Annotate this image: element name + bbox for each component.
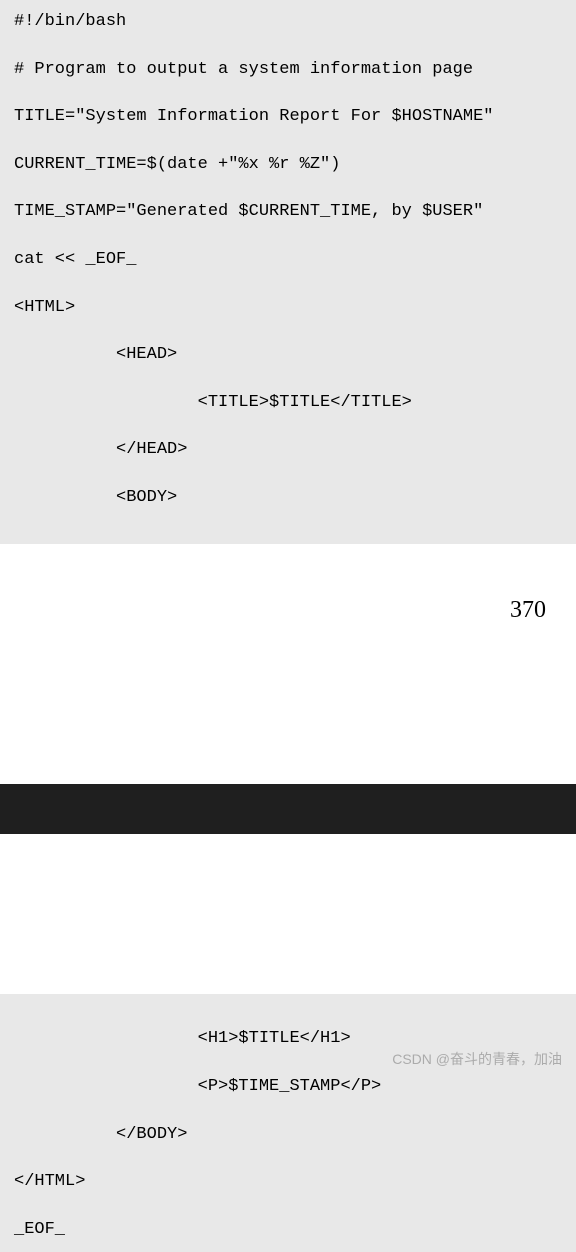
code-line — [14, 367, 562, 391]
page-gap-2 — [0, 834, 576, 994]
code-line — [14, 1051, 562, 1075]
section-divider-bar — [0, 784, 576, 834]
code-line: <TITLE>$TITLE</TITLE> — [14, 391, 562, 415]
code-line: <HEAD> — [14, 343, 562, 367]
code-line — [14, 224, 562, 248]
code-line — [14, 1004, 562, 1028]
code-line — [14, 34, 562, 58]
code-line — [14, 81, 562, 105]
code-line: <HTML> — [14, 296, 562, 320]
code-line — [14, 415, 562, 439]
code-line: </BODY> — [14, 1123, 562, 1147]
code-line: # Program to output a system information… — [14, 58, 562, 82]
code-line — [14, 129, 562, 153]
code-line: CURRENT_TIME=$(date +"%x %r %Z") — [14, 153, 562, 177]
code-line — [14, 510, 562, 534]
code-line: <BODY> — [14, 486, 562, 510]
code-line — [14, 462, 562, 486]
code-line: TITLE="System Information Report For $HO… — [14, 105, 562, 129]
code-line: <H1>$TITLE</H1> — [14, 1027, 562, 1051]
code-line — [14, 1146, 562, 1170]
code-line — [14, 1099, 562, 1123]
page-number: 370 — [510, 594, 546, 628]
code-line: TIME_STAMP="Generated $CURRENT_TIME, by … — [14, 200, 562, 224]
code-line — [14, 319, 562, 343]
code-line: #!/bin/bash — [14, 10, 562, 34]
code-line: </HTML> — [14, 1170, 562, 1194]
page-gap: 370 — [0, 544, 576, 784]
code-line — [14, 272, 562, 296]
code-line: </HEAD> — [14, 438, 562, 462]
code-line: cat << _EOF_ — [14, 248, 562, 272]
code-block-top: #!/bin/bash # Program to output a system… — [0, 0, 576, 544]
code-line — [14, 1194, 562, 1218]
code-block-bottom: <H1>$TITLE</H1> <P>$TIME_STAMP</P> </BOD… — [0, 994, 576, 1252]
code-line: _EOF_ — [14, 1218, 562, 1242]
code-line — [14, 177, 562, 201]
code-line: <P>$TIME_STAMP</P> — [14, 1075, 562, 1099]
